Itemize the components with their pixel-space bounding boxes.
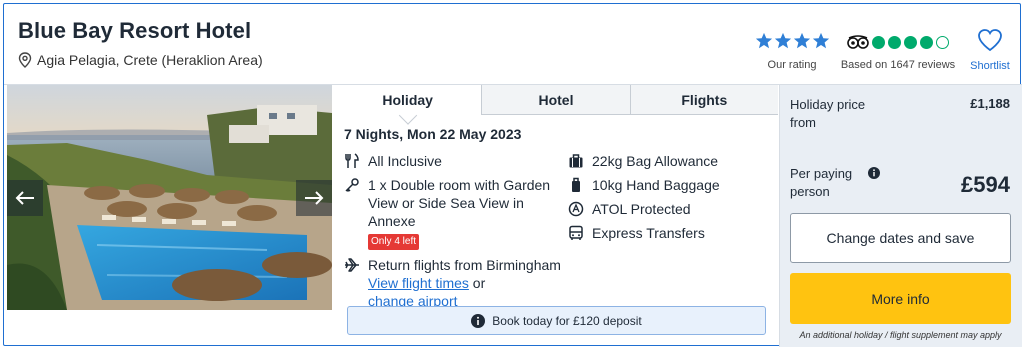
tripadvisor-dot-empty [936,35,949,49]
star-rating [752,32,832,50]
tripadvisor-dot-filled [888,35,901,49]
shortlist-label: Shortlist [970,60,1010,72]
tab-hotel[interactable]: Hotel [481,85,630,115]
tripadvisor-rating[interactable]: Based on 1647 reviews [838,32,958,71]
feature-board: All Inclusive [344,152,562,170]
holiday-price-label: Holiday price from [790,97,866,130]
more-info-button[interactable]: More info [790,273,1011,324]
location-pin-icon [18,52,32,68]
hotel-name[interactable]: Blue Bay Resort Hotel [18,18,251,44]
plane-icon [345,258,359,272]
photo-prev-button[interactable] [7,180,43,216]
feature-room: 1 x Double room with Garden View or Side… [344,176,562,250]
per-person-price: £594 [961,172,1010,197]
hotel-card: Blue Bay Resort Hotel Agia Pelagia, Cret… [3,3,1022,347]
feature-bag-text: 22kg Bag Allowance [592,153,719,169]
or-text: or [472,275,486,291]
holiday-details: 7 Nights, Mon 22 May 2023 All Inclusive … [344,126,774,309]
deposit-banner: Book today for £120 deposit [347,306,766,335]
feature-flights: Return flights from Birmingham View flig… [344,256,562,310]
feature-transfers-text: Express Transfers [592,225,705,241]
arrow-right-icon [305,191,324,205]
details-left-column: All Inclusive 1 x Double room with Garde… [344,152,562,316]
arrow-left-icon [15,191,34,205]
feature-room-text: 1 x Double room with Garden View or Side… [368,177,551,229]
star-icon [793,32,810,49]
tab-holiday[interactable]: Holiday [334,85,482,115]
feature-atol-text: ATOL Protected [592,201,691,217]
rating-label: Our rating [767,59,817,71]
key-icon [345,178,359,193]
supplement-note: An additional holiday / flight supplemen… [799,330,1002,340]
deposit-text: Book today for £120 deposit [492,313,642,328]
our-rating: Our rating [752,32,832,71]
holiday-price-value: £1,188 [970,96,1010,111]
tripadvisor-dot-filled [904,35,917,49]
hotel-photo-image [7,85,332,310]
feature-hand-baggage-text: 10kg Hand Baggage [592,177,720,193]
shortlist-button[interactable]: Shortlist [962,28,1018,72]
detail-tabs: Holiday Hotel Flights [334,85,778,115]
feature-hand-baggage: 10kg Hand Baggage [568,176,768,194]
info-icon [471,313,486,328]
holiday-dates: 7 Nights, Mon 22 May 2023 [344,126,522,142]
feature-bag: 22kg Bag Allowance [568,152,768,170]
feature-flights-text: Return flights from Birmingham [368,257,561,273]
location-text: Agia Pelagia, Crete (Heraklion Area) [37,52,263,68]
price-panel: Holiday price from £1,188 Per paying per… [779,85,1022,347]
details-right-column: 22kg Bag Allowance 10kg Hand Baggage ATO… [568,152,768,248]
feature-atol: ATOL Protected [568,200,768,218]
hand-luggage-icon [572,177,580,192]
tripadvisor-reviews-label: Based on 1647 reviews [840,59,956,71]
info-icon[interactable] [868,167,880,179]
photo-next-button[interactable] [296,180,332,216]
hotel-location: Agia Pelagia, Crete (Heraklion Area) [18,52,263,68]
star-icon [812,32,829,49]
atol-shield-icon [568,201,584,217]
hotel-photo[interactable] [7,85,332,310]
view-flight-times-link[interactable]: View flight times [368,275,469,291]
availability-badge: Only 4 left [368,234,420,250]
bus-icon [569,225,583,240]
suitcase-icon [569,154,583,168]
feature-board-text: All Inclusive [368,153,442,169]
cutlery-icon [345,153,359,168]
heart-icon [978,29,1002,52]
feature-transfers: Express Transfers [568,224,768,242]
tripadvisor-dot-filled [920,35,933,49]
change-dates-button[interactable]: Change dates and save [790,213,1011,263]
star-icon [774,32,791,49]
tripadvisor-owl-icon [847,35,869,49]
star-icon [755,32,772,49]
tripadvisor-dot-filled [872,35,885,49]
tab-flights[interactable]: Flights [629,85,778,115]
